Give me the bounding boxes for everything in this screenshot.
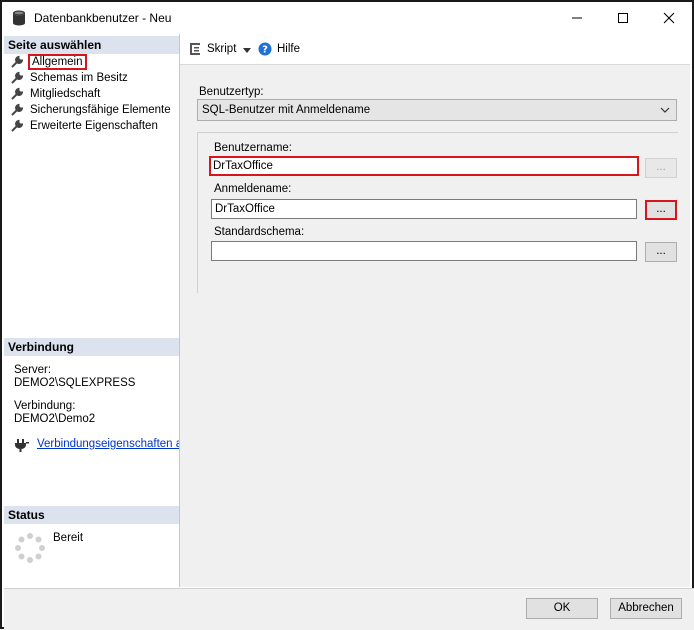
username-browse-button: ... (645, 158, 677, 178)
connection-label: Verbindung: (14, 400, 76, 412)
default-schema-browse-button[interactable]: ... (645, 242, 677, 262)
title-bar: Datenbankbenutzer - Neu (2, 2, 692, 33)
login-input[interactable]: DrTaxOffice (211, 199, 637, 219)
wrench-icon (11, 103, 24, 116)
connection-properties-link[interactable]: Verbindungseigenschaften anzeigen (37, 438, 179, 450)
username-input[interactable]: DrTaxOffice (209, 156, 639, 176)
page-item-general[interactable]: Allgemein (10, 54, 171, 70)
wrench-icon (11, 119, 24, 132)
close-button[interactable] (646, 2, 692, 33)
help-button[interactable]: ? Hilfe (258, 42, 300, 56)
wrench-icon (11, 87, 24, 100)
login-value: DrTaxOffice (215, 203, 275, 215)
help-icon: ? (258, 42, 272, 56)
user-type-select[interactable]: SQL-Benutzer mit Anmeldename (197, 99, 677, 121)
plug-icon (15, 439, 29, 452)
username-label: Benutzername: (214, 142, 292, 154)
page-item-securables[interactable]: Sicherungsfähige Elemente (10, 102, 171, 118)
select-page-header: Seite auswählen (4, 36, 179, 54)
left-pane: Seite auswählen Allgemein Schemas im Bes… (4, 34, 180, 587)
toolbar: Skript ? Hilfe (180, 34, 690, 65)
cancel-button[interactable]: Abbrechen (610, 598, 682, 619)
page-item-label: Erweiterte Eigenschaften (30, 120, 158, 132)
minimize-button[interactable] (554, 2, 600, 33)
page-item-label: Sicherungsfähige Elemente (30, 104, 171, 116)
default-schema-input[interactable] (211, 241, 637, 261)
minimize-icon (572, 17, 582, 18)
script-dropdown-icon[interactable] (243, 48, 251, 53)
status-header: Status (4, 506, 179, 524)
page-item-label: Mitgliedschaft (30, 88, 101, 100)
script-icon (190, 43, 200, 55)
login-browse-button[interactable]: ... (645, 200, 677, 220)
connection-header: Verbindung (4, 338, 179, 356)
wrench-icon (11, 71, 24, 84)
page-item-owned-schemas[interactable]: Schemas im Besitz (10, 70, 171, 86)
script-label: Skript (207, 43, 237, 55)
close-icon (663, 12, 675, 23)
page-item-extended-properties[interactable]: Erweiterte Eigenschaften (10, 118, 171, 134)
svg-text:?: ? (262, 45, 268, 56)
username-value: DrTaxOffice (213, 160, 273, 172)
status-value: Bereit (53, 532, 84, 544)
user-type-label: Benutzertyp: (199, 86, 264, 98)
chevron-down-icon (660, 107, 670, 113)
login-label: Anmeldename: (214, 183, 292, 195)
default-schema-label: Standardschema: (214, 226, 305, 238)
page-item-label: Schemas im Besitz (30, 72, 128, 84)
page-list: Allgemein Schemas im Besitz Mitgliedscha… (10, 54, 171, 134)
maximize-icon (618, 12, 628, 23)
script-button[interactable]: Skript (188, 42, 236, 56)
connection-value: DEMO2\Demo2 (14, 413, 96, 425)
database-icon (13, 10, 25, 26)
wrench-icon (11, 55, 24, 68)
progress-spinner-icon (15, 533, 45, 563)
page-item-membership[interactable]: Mitgliedschaft (10, 86, 171, 102)
right-pane: Skript ? Hilfe Benutzertyp: SQL-Benutzer… (180, 34, 690, 587)
server-label: Server: (14, 364, 52, 376)
page-item-label: Allgemein (28, 54, 87, 70)
help-label: Hilfe (277, 43, 301, 55)
button-bar: OK Abbrechen (4, 588, 694, 630)
dialog-window: Datenbankbenutzer - Neu Seite auswählen … (0, 0, 694, 630)
window-title: Datenbankbenutzer - Neu (34, 11, 172, 25)
server-value: DEMO2\SQLEXPRESS (14, 377, 136, 389)
user-type-value: SQL-Benutzer mit Anmeldename (202, 104, 371, 116)
ok-button[interactable]: OK (526, 598, 598, 619)
maximize-button[interactable] (600, 2, 646, 33)
